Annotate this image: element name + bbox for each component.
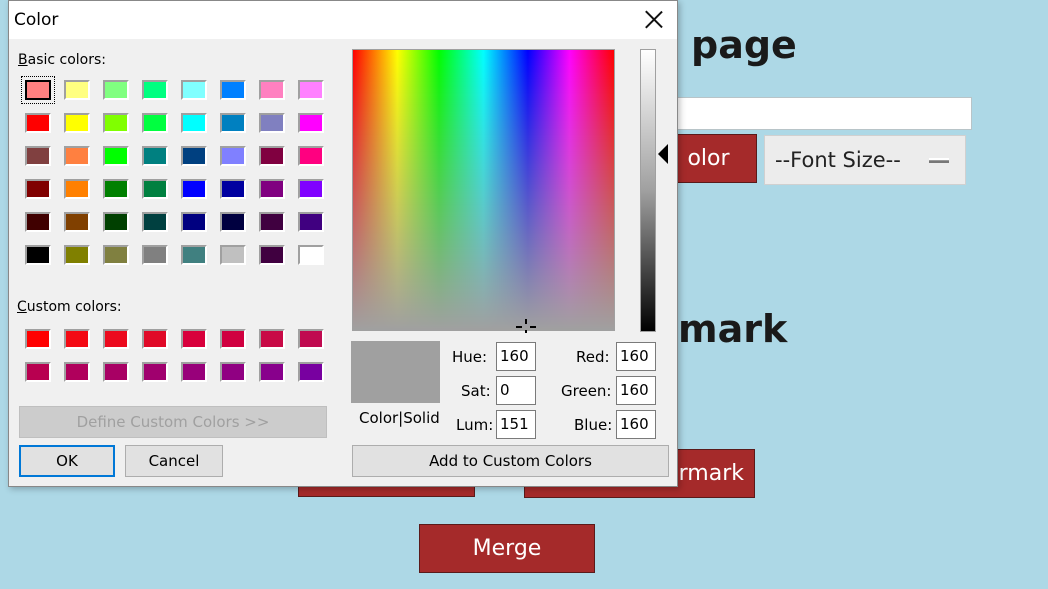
basic-color-swatch[interactable]: [64, 146, 90, 166]
basic-color-swatch[interactable]: [220, 179, 246, 199]
green-field[interactable]: 160: [616, 376, 656, 405]
close-icon[interactable]: [641, 7, 667, 33]
basic-color-swatch[interactable]: [64, 179, 90, 199]
basic-color-swatch[interactable]: [64, 80, 90, 100]
basic-color-swatch[interactable]: [25, 245, 51, 265]
basic-color-swatch[interactable]: [298, 179, 324, 199]
basic-color-swatch[interactable]: [220, 80, 246, 100]
basic-color-swatch[interactable]: [142, 179, 168, 199]
watermark-heading: mark: [678, 307, 788, 351]
basic-color-swatch[interactable]: [103, 212, 129, 232]
basic-color-swatch[interactable]: [259, 245, 285, 265]
custom-color-swatch[interactable]: [103, 362, 129, 382]
basic-color-swatch[interactable]: [298, 80, 324, 100]
color-spectrum[interactable]: [352, 49, 615, 331]
basic-color-swatch[interactable]: [181, 179, 207, 199]
text-input[interactable]: [660, 97, 972, 130]
luminosity-arrow-icon[interactable]: [658, 144, 668, 164]
basic-color-swatch[interactable]: [181, 80, 207, 100]
custom-color-swatch[interactable]: [142, 362, 168, 382]
color-dialog: Color Basic colors: Custom colors: Defin…: [8, 0, 678, 487]
basic-color-swatch[interactable]: [142, 113, 168, 133]
custom-color-swatch[interactable]: [259, 329, 285, 349]
basic-color-swatch[interactable]: [259, 179, 285, 199]
basic-color-swatch[interactable]: [259, 212, 285, 232]
lum-field[interactable]: 151: [496, 410, 536, 439]
basic-color-swatch[interactable]: [64, 245, 90, 265]
basic-color-swatch[interactable]: [181, 113, 207, 133]
crosshair-icon[interactable]: [516, 319, 536, 333]
basic-color-swatch[interactable]: [103, 245, 129, 265]
basic-color-swatch[interactable]: [103, 146, 129, 166]
green-label: Green:: [561, 382, 612, 400]
custom-color-swatch[interactable]: [220, 329, 246, 349]
basic-color-swatch[interactable]: [298, 245, 324, 265]
basic-color-swatch[interactable]: [103, 179, 129, 199]
basic-color-swatch[interactable]: [220, 212, 246, 232]
basic-color-swatch[interactable]: [220, 245, 246, 265]
dialog-title: Color: [14, 10, 59, 30]
add-to-custom-colors-button[interactable]: Add to Custom Colors: [352, 445, 669, 477]
luminosity-slider[interactable]: [640, 49, 656, 332]
font-size-select[interactable]: --Font Size--: [764, 135, 966, 185]
lum-label: Lum:: [456, 416, 494, 434]
basic-color-swatch[interactable]: [142, 146, 168, 166]
custom-color-swatch[interactable]: [259, 362, 285, 382]
blue-field[interactable]: 160: [616, 410, 656, 439]
basic-color-swatch[interactable]: [103, 80, 129, 100]
basic-color-swatch[interactable]: [259, 146, 285, 166]
color-solid-label: Color|Solid: [359, 409, 440, 427]
basic-color-swatch[interactable]: [220, 113, 246, 133]
blue-label: Blue:: [574, 416, 613, 434]
basic-color-swatch[interactable]: [220, 146, 246, 166]
basic-color-swatch[interactable]: [259, 80, 285, 100]
basic-color-swatch[interactable]: [298, 212, 324, 232]
basic-color-swatch[interactable]: [25, 179, 51, 199]
basic-color-swatch[interactable]: [298, 146, 324, 166]
color-preview: [351, 341, 440, 403]
custom-color-swatch[interactable]: [220, 362, 246, 382]
merge-button[interactable]: Merge: [419, 524, 595, 573]
basic-color-swatch[interactable]: [25, 146, 51, 166]
basic-color-swatch[interactable]: [64, 113, 90, 133]
hue-field[interactable]: 160: [496, 342, 536, 371]
custom-color-swatch[interactable]: [25, 362, 51, 382]
custom-color-swatch[interactable]: [64, 329, 90, 349]
red-field[interactable]: 160: [616, 342, 656, 371]
page-heading: page: [691, 23, 797, 67]
sat-label: Sat:: [461, 382, 491, 400]
cancel-button[interactable]: Cancel: [125, 445, 223, 477]
custom-color-swatch[interactable]: [25, 329, 51, 349]
custom-color-swatch[interactable]: [142, 329, 168, 349]
basic-color-swatch[interactable]: [142, 245, 168, 265]
basic-color-swatch[interactable]: [298, 113, 324, 133]
dropdown-icon: [929, 158, 949, 163]
basic-colors-label: Basic colors:: [18, 52, 107, 68]
basic-color-swatch[interactable]: [142, 80, 168, 100]
custom-color-swatch[interactable]: [181, 362, 207, 382]
basic-color-swatch[interactable]: [181, 245, 207, 265]
define-custom-colors-button[interactable]: Define Custom Colors >>: [19, 406, 327, 438]
font-size-select-value: --Font Size--: [775, 148, 901, 172]
basic-color-swatch[interactable]: [181, 212, 207, 232]
red-label: Red:: [576, 348, 610, 366]
custom-colors-label: Custom colors:: [17, 299, 122, 315]
basic-color-swatch[interactable]: [25, 212, 51, 232]
custom-color-swatch[interactable]: [181, 329, 207, 349]
basic-color-swatch[interactable]: [181, 146, 207, 166]
custom-color-swatch[interactable]: [298, 329, 324, 349]
basic-color-swatch[interactable]: [25, 113, 51, 133]
basic-color-swatch[interactable]: [103, 113, 129, 133]
basic-color-swatch[interactable]: [21, 76, 55, 104]
custom-color-swatch[interactable]: [298, 362, 324, 382]
sat-field[interactable]: 0: [496, 376, 536, 405]
custom-color-swatch[interactable]: [103, 329, 129, 349]
dialog-titlebar: Color: [9, 1, 677, 39]
hue-label: Hue:: [452, 348, 488, 366]
basic-color-swatch[interactable]: [142, 212, 168, 232]
basic-color-swatch[interactable]: [64, 212, 90, 232]
ok-button[interactable]: OK: [19, 445, 115, 477]
custom-color-swatch[interactable]: [64, 362, 90, 382]
basic-color-swatch[interactable]: [259, 113, 285, 133]
